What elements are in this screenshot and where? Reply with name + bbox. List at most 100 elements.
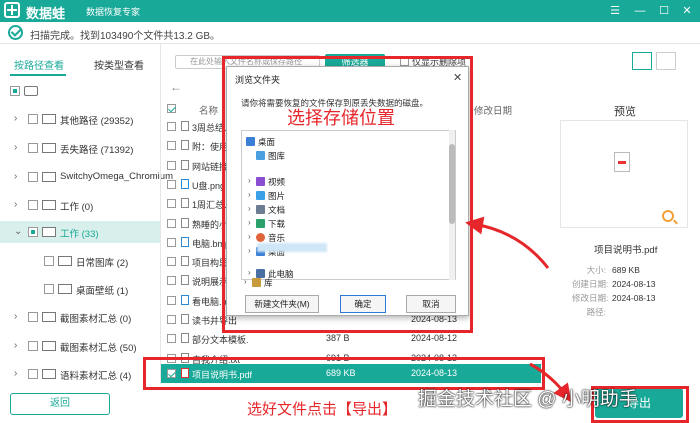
- tree-checkbox[interactable]: [44, 284, 54, 294]
- tree-checkbox[interactable]: [28, 341, 38, 351]
- chevron-down-icon[interactable]: ⌄: [14, 226, 22, 237]
- folder-icon: [42, 114, 56, 124]
- folder-icon: [42, 227, 56, 237]
- tree-item-work-selected[interactable]: ⌄ 工作 (33): [0, 221, 160, 243]
- chevron-right-icon[interactable]: ›: [14, 142, 17, 153]
- annotation-choose-location: 选择存储位置: [287, 108, 395, 128]
- tree-checkbox[interactable]: [28, 114, 38, 124]
- file-type-icon: [181, 121, 189, 131]
- tree-checkbox[interactable]: [28, 312, 38, 322]
- file-type-icon: [181, 198, 189, 209]
- tree-item-label: 日常图库 (2): [76, 258, 129, 269]
- select-all-checkbox[interactable]: [167, 104, 176, 113]
- chevron-right-icon[interactable]: ›: [14, 368, 17, 379]
- folder-icon: [58, 256, 72, 266]
- back-arrow-icon[interactable]: ←: [170, 80, 182, 94]
- file-type-icon: [181, 294, 189, 305]
- file-checkbox[interactable]: [167, 257, 176, 267]
- preview-title: 预览: [614, 106, 636, 118]
- meta-modified: 修改日期: 2024-08-13: [572, 293, 656, 303]
- tree-item-wallpaper[interactable]: 桌面壁纸 (1): [0, 278, 160, 300]
- tab-by-type[interactable]: 按类型查看: [94, 57, 144, 72]
- file-checkbox[interactable]: [167, 237, 176, 247]
- folder-icon: [58, 284, 72, 294]
- maximize-icon[interactable]: ☐: [655, 2, 673, 20]
- back-button[interactable]: 返回: [10, 393, 110, 415]
- watermark: 掘金技术社区 @ 小明助手: [418, 389, 638, 410]
- folder-icon: [42, 312, 56, 322]
- file-type-icon: [181, 275, 189, 286]
- tree-item-screenshots[interactable]: › 截图素材汇总 (50): [0, 335, 160, 357]
- tree-checkbox[interactable]: [44, 256, 54, 266]
- active-tab-indicator: [10, 74, 66, 76]
- file-checkbox[interactable]: [167, 334, 176, 344]
- app-subtitle: 数据恢复专家: [86, 7, 141, 17]
- view-tabs: 按路径查看 按类型查看: [0, 55, 160, 76]
- tree-item-lost-paths[interactable]: › 丢失路径 (71392): [0, 137, 160, 159]
- column-date[interactable]: 修改日期: [474, 103, 512, 117]
- tree-item-label: 工作 (0): [60, 202, 94, 213]
- file-type-icon: [181, 333, 189, 344]
- tree-item-work-empty[interactable]: › 工作 (0): [0, 194, 160, 216]
- chevron-right-icon[interactable]: ›: [14, 199, 17, 210]
- tree-item-label: 丢失路径 (71392): [60, 145, 134, 156]
- tab-by-path[interactable]: 按路径查看: [14, 57, 64, 72]
- tree-item-label: SwitchyOmega_Chromium: [60, 171, 173, 182]
- close-icon[interactable]: ✕: [678, 2, 696, 20]
- menu-icon[interactable]: ☰: [606, 2, 624, 20]
- tree-item-label: 截图素材汇总 (0): [60, 314, 132, 325]
- file-checkbox[interactable]: [167, 160, 176, 170]
- tree-checkbox[interactable]: [28, 227, 38, 237]
- tree-checkbox[interactable]: [28, 143, 38, 153]
- drive-icon: [24, 86, 38, 96]
- scan-status-text: 扫描完成。找到103490个文件共13.2 GB。: [30, 31, 221, 42]
- tree-item-label: 其他路径 (29352): [60, 116, 134, 127]
- folder-icon: [42, 369, 56, 379]
- tree-root[interactable]: [0, 80, 160, 102]
- tree-item-screenshots-empty[interactable]: › 截图素材汇总 (0): [0, 306, 160, 328]
- tree-item-switchyomega[interactable]: › SwitchyOmega_Chromium: [0, 166, 173, 188]
- file-checkbox[interactable]: [167, 315, 176, 324]
- tree-item-label: 语料素材汇总 (4): [60, 371, 132, 382]
- nav-arrows: ←: [170, 80, 182, 94]
- file-checkbox[interactable]: [167, 122, 176, 131]
- annotation-export-hint: 选好文件点击【导出】: [247, 401, 398, 418]
- tree-checkbox[interactable]: [28, 369, 38, 379]
- file-size: 387 B: [326, 333, 350, 344]
- meta-created: 创建日期: 2024-08-13: [572, 279, 656, 289]
- meta-size: 大小: 689 KB: [586, 265, 640, 275]
- file-type-icon: [181, 140, 189, 151]
- chevron-right-icon[interactable]: ›: [14, 171, 17, 182]
- preview-file-name: 项目说明书.pdf: [594, 245, 658, 256]
- file-checkbox[interactable]: [167, 295, 176, 305]
- file-checkbox[interactable]: [167, 141, 176, 151]
- title-bar: 数据蛙 数据恢复专家 ☰ — ☐ ✕: [0, 0, 700, 22]
- minimize-icon[interactable]: —: [631, 2, 649, 20]
- tree-checkbox[interactable]: [28, 200, 38, 210]
- chevron-right-icon[interactable]: ›: [14, 340, 17, 351]
- check-circle-icon: [8, 25, 23, 40]
- tree-item-other-paths[interactable]: › 其他路径 (29352): [0, 108, 160, 130]
- file-name: U盘.png: [192, 180, 226, 191]
- file-checkbox[interactable]: [167, 199, 176, 209]
- annotation-dialog-box: [222, 56, 473, 333]
- grid-view-icon[interactable]: [632, 52, 652, 70]
- folder-icon: [42, 200, 56, 210]
- file-checkbox[interactable]: [167, 218, 176, 228]
- file-checkbox[interactable]: [167, 179, 176, 189]
- tree-checkbox[interactable]: [28, 172, 38, 182]
- app-name: 数据蛙: [26, 6, 66, 21]
- tree-checkbox[interactable]: [10, 86, 20, 96]
- list-view-icon[interactable]: [656, 52, 676, 70]
- file-date: 2024-08-12: [411, 333, 458, 344]
- column-name[interactable]: 名称: [199, 103, 218, 117]
- tree-item-daily-gallery[interactable]: 日常图库 (2): [0, 250, 160, 272]
- chevron-right-icon[interactable]: ›: [14, 311, 17, 322]
- scan-status-bar: 扫描完成。找到103490个文件共13.2 GB。: [0, 22, 700, 44]
- zoom-icon[interactable]: [662, 210, 674, 222]
- chevron-right-icon[interactable]: ›: [14, 113, 17, 124]
- tree-item-label: 桌面壁纸 (1): [76, 286, 129, 297]
- file-checkbox[interactable]: [167, 276, 176, 286]
- tree-item-label: 截图素材汇总 (50): [60, 343, 137, 354]
- tree-item-corpus[interactable]: › 语料素材汇总 (4): [0, 363, 160, 385]
